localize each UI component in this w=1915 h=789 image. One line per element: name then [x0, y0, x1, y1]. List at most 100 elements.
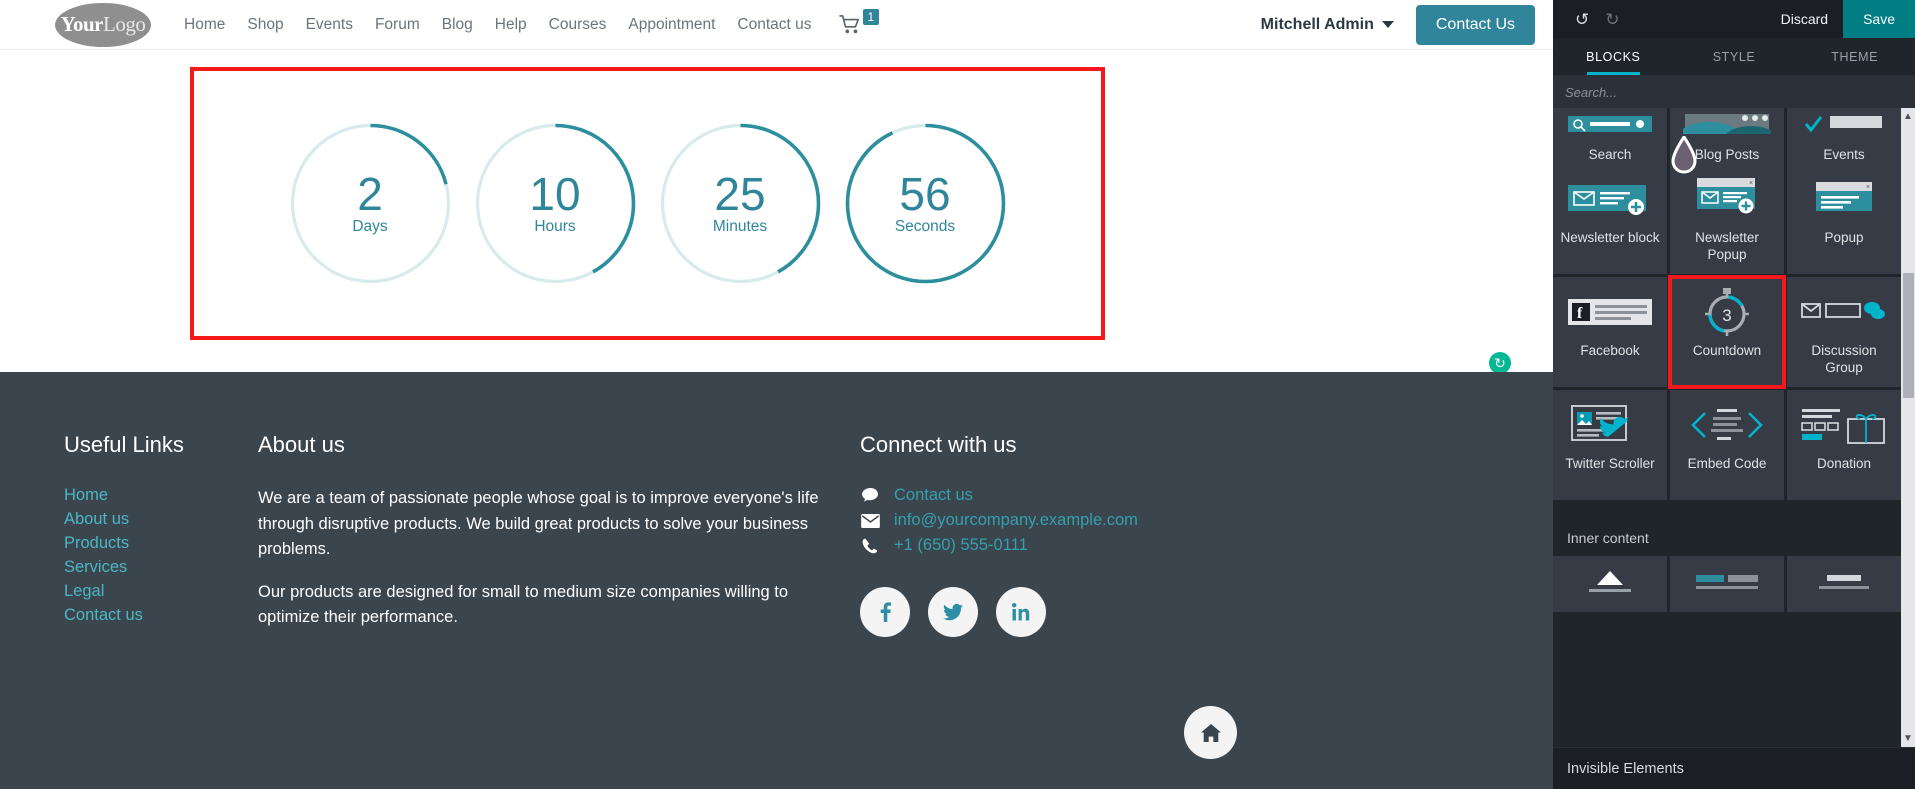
- undo-icon[interactable]: ↺: [1575, 11, 1589, 28]
- block-tile-inner-1[interactable]: [1553, 556, 1667, 612]
- linkedin-button[interactable]: [996, 587, 1046, 637]
- list-item: Contact us: [64, 606, 258, 625]
- footer-link-products[interactable]: Products: [64, 534, 129, 552]
- nav-item-home[interactable]: Home: [173, 10, 236, 40]
- twitter-scroller-thumb: [1566, 402, 1654, 448]
- countdown-value: 56: [899, 168, 951, 220]
- linkedin-icon: [1012, 603, 1030, 621]
- countdown-snippet[interactable]: 2 Days 10 Hours 25 Minutes 56 Seconds: [190, 67, 1105, 340]
- site-logo[interactable]: Your Logo: [55, 2, 151, 47]
- tab-blocks[interactable]: BLOCKS: [1553, 38, 1674, 75]
- invisible-elements-section[interactable]: Invisible Elements: [1553, 747, 1915, 789]
- block-label: Newsletter Popup: [1695, 230, 1759, 262]
- search-bar: [1553, 76, 1915, 108]
- main-nav: Home Shop Events Forum Blog Help Courses…: [173, 10, 823, 40]
- block-tile-discussion-group[interactable]: Discussion Group: [1787, 277, 1901, 387]
- block-tile-twitter-scroller[interactable]: Twitter Scroller: [1553, 390, 1667, 500]
- block-label: Events: [1823, 147, 1865, 163]
- cart-icon: [838, 14, 859, 33]
- nav-item-events[interactable]: Events: [295, 10, 364, 40]
- website-canvas: Your Logo Home Shop Events Forum Blog Hel…: [0, 0, 1553, 789]
- block-tile-search[interactable]: Search: [1553, 108, 1667, 164]
- useful-links-list: Home About us Products Services Legal Co…: [64, 486, 258, 625]
- twitter-button[interactable]: [928, 587, 978, 637]
- twitter-icon: [943, 603, 963, 620]
- blocks-body: Search Blog Posts Events Newsletter block ×…: [1553, 108, 1915, 747]
- social-row: [860, 587, 1280, 637]
- nav-item-forum[interactable]: Forum: [364, 10, 431, 40]
- facebook-icon: [880, 602, 891, 622]
- inner-content-label: Inner content: [1567, 530, 1649, 546]
- block-tile-events[interactable]: Events: [1787, 108, 1901, 164]
- app-window: Your Logo Home Shop Events Forum Blog Hel…: [0, 0, 1915, 789]
- footer-useful-links: Useful Links Home About us Products Serv…: [64, 432, 258, 648]
- block-tile-inner-3[interactable]: [1787, 556, 1901, 612]
- block-tile-newsletter-popup[interactable]: × Newsletter Popup: [1670, 164, 1784, 274]
- tab-style[interactable]: STYLE: [1674, 38, 1795, 75]
- facebook-thumb: f: [1566, 289, 1654, 335]
- refresh-icon[interactable]: ↻: [1489, 352, 1511, 374]
- connect-phone[interactable]: +1 (650) 555-0111: [894, 536, 1028, 555]
- user-menu[interactable]: Mitchell Admin: [1261, 16, 1394, 34]
- logo-text-bold: Your: [60, 12, 104, 36]
- footer-link-home[interactable]: Home: [64, 486, 108, 504]
- search-thumb: [1566, 108, 1654, 139]
- nav-item-help[interactable]: Help: [484, 10, 538, 40]
- footer-connect: Connect with us Contact us info@yourcomp…: [860, 432, 1280, 648]
- nav-item-shop[interactable]: Shop: [236, 10, 294, 40]
- list-item: Home: [64, 486, 258, 505]
- scroll-up-icon[interactable]: ▲: [1903, 108, 1913, 125]
- search-input[interactable]: [1565, 84, 1903, 100]
- facebook-button[interactable]: [860, 587, 910, 637]
- scroll-down-icon[interactable]: ▼: [1903, 730, 1913, 747]
- block-grid: Newsletter block × Newsletter Popup × Popup f…: [1553, 164, 1901, 500]
- list-item: Contact us: [860, 486, 1280, 505]
- connect-contact-us[interactable]: Contact us: [894, 486, 973, 505]
- list-item: info@yourcompany.example.com: [860, 511, 1280, 530]
- block-tile-newsletter-block[interactable]: Newsletter block: [1553, 164, 1667, 274]
- list-item: Legal: [64, 582, 258, 601]
- block-tile-donation[interactable]: Donation: [1787, 390, 1901, 500]
- nav-item-blog[interactable]: Blog: [431, 10, 484, 40]
- block-tile-blog-posts[interactable]: Blog Posts: [1670, 108, 1784, 164]
- redo-icon[interactable]: ↻: [1605, 11, 1619, 28]
- connect-email[interactable]: info@yourcompany.example.com: [894, 511, 1138, 530]
- panel-tabs: BLOCKS STYLE THEME: [1553, 38, 1915, 76]
- block-tile-embed-code[interactable]: Embed Code: [1670, 390, 1784, 500]
- footer-link-about-us[interactable]: About us: [64, 510, 129, 528]
- save-button[interactable]: Save: [1843, 0, 1915, 38]
- block-tile-inner-2[interactable]: [1670, 556, 1784, 612]
- list-item: About us: [64, 510, 258, 529]
- block-label: Popup: [1824, 230, 1864, 245]
- nav-item-contact-us[interactable]: Contact us: [726, 10, 822, 40]
- logo-text-light: Logo: [103, 12, 146, 36]
- footer-link-contact-us[interactable]: Contact us: [64, 606, 143, 624]
- panel-scrollbar[interactable]: ▲ ▼: [1901, 108, 1915, 747]
- home-button[interactable]: [1184, 706, 1237, 759]
- blocks-scroll-area[interactable]: Search Blog Posts Events Newsletter block ×…: [1553, 108, 1901, 747]
- user-name: Mitchell Admin: [1260, 15, 1374, 33]
- events-thumb: [1800, 108, 1888, 139]
- home-icon: [1200, 723, 1221, 742]
- useful-links-title: Useful Links: [64, 432, 184, 457]
- tab-theme[interactable]: THEME: [1794, 38, 1915, 75]
- contact-us-button[interactable]: Contact Us: [1415, 4, 1535, 45]
- snippet-area: 2 Days 10 Hours 25 Minutes 56 Seconds ↻: [0, 50, 1553, 380]
- footer-link-legal[interactable]: Legal: [64, 582, 104, 600]
- block-tile-facebook[interactable]: f Facebook: [1553, 277, 1667, 387]
- discard-button[interactable]: Discard: [1766, 0, 1843, 38]
- nav-item-appointment[interactable]: Appointment: [617, 10, 726, 40]
- countdown-label: Days: [352, 218, 388, 235]
- cart-button[interactable]: 1: [838, 8, 880, 35]
- block-label: Embed Code: [1687, 456, 1767, 471]
- nav-item-courses[interactable]: Courses: [538, 10, 618, 40]
- scrollbar-thumb[interactable]: [1902, 273, 1914, 398]
- block-label: Newsletter block: [1560, 230, 1660, 245]
- block-tile-countdown[interactable]: 3 Countdown: [1668, 275, 1786, 389]
- svg-text:3: 3: [1722, 306, 1731, 325]
- footer-about: About us We are a team of passionate peo…: [258, 432, 838, 648]
- footer-link-services[interactable]: Services: [64, 558, 127, 576]
- countdown-thumb: 3: [1683, 288, 1771, 336]
- block-tile-popup[interactable]: × Popup: [1787, 164, 1901, 274]
